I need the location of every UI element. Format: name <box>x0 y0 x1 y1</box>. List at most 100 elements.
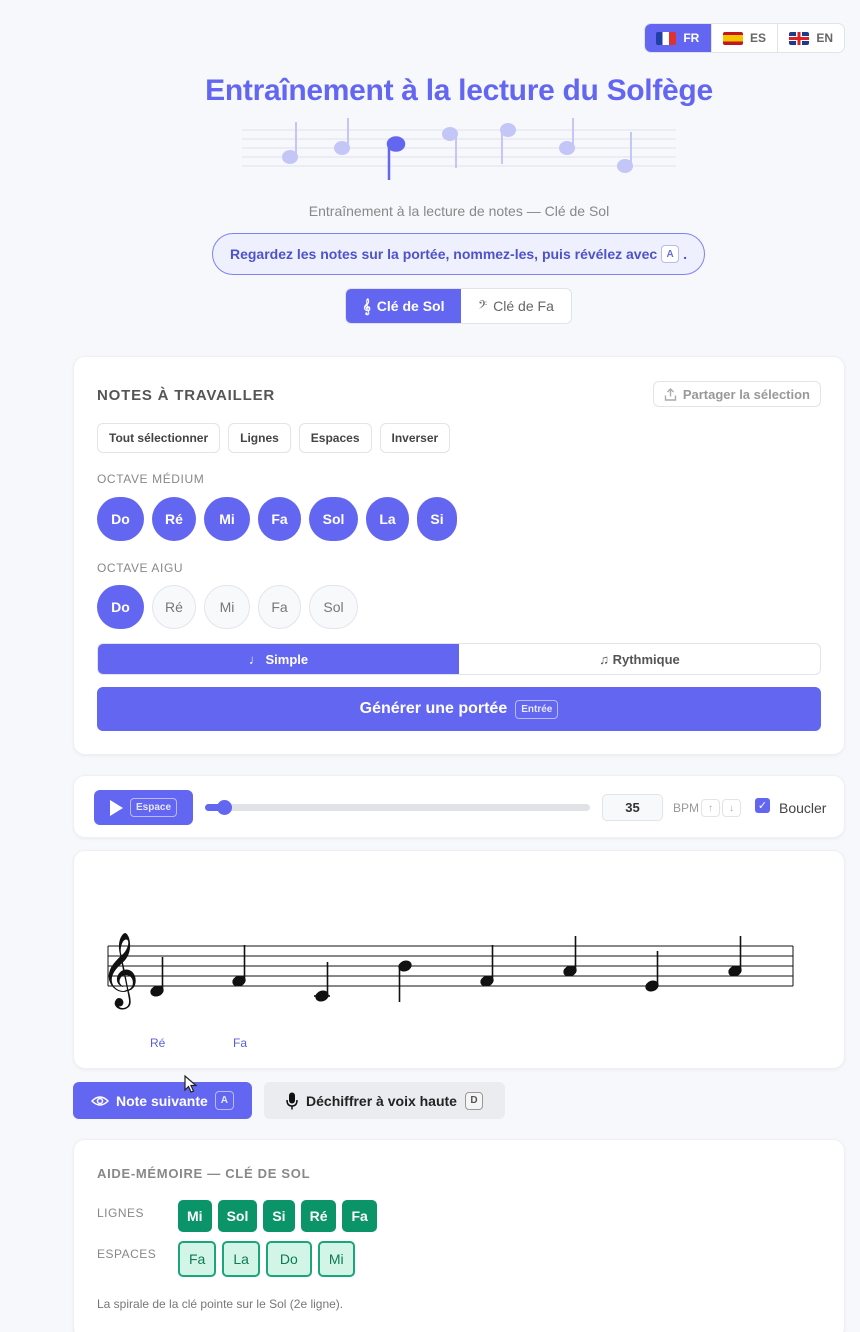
note-toggle-si-medium[interactable]: Si <box>417 497 457 541</box>
high-octave-notes: Do Ré Mi Fa Sol <box>97 585 358 629</box>
invert-selection-button[interactable]: Inverser <box>379 423 451 453</box>
uk-flag-icon <box>789 31 810 45</box>
mouse-cursor-icon <box>184 1075 198 1093</box>
rhythmic-mode-tab[interactable]: ♫ Rythmique <box>459 644 820 674</box>
cheat-sheet-title: AIDE-MÉMOIRE — CLÉ DE SOL <box>97 1166 311 1181</box>
tempo-slider-handle[interactable] <box>217 800 233 815</box>
share-selection-label: Partager la sélection <box>682 386 810 402</box>
reveal-shortcut-key: A <box>661 245 680 263</box>
next-note-button[interactable]: Note suivante A <box>73 1082 252 1119</box>
line-note-chip: Fa <box>342 1200 377 1232</box>
cheat-sheet-tip: La spirale de la clé pointe sur le Sol (… <box>97 1297 344 1311</box>
note-toggle-do-high[interactable]: Do <box>97 585 144 629</box>
lang-en-label: EN <box>816 31 834 45</box>
spaces-label: ESPACES <box>97 1247 157 1261</box>
revealed-note-label: Fa <box>233 1036 248 1050</box>
bass-clef-icon: 𝄢 <box>478 297 488 314</box>
select-spaces-button[interactable]: Espaces <box>298 423 372 453</box>
read-aloud-button[interactable]: Déchiffrer à voix haute D <box>264 1082 505 1119</box>
read-aloud-label: Déchiffrer à voix haute <box>306 1092 457 1109</box>
instruction-text: Regardez les notes sur la portée, nommez… <box>229 246 658 262</box>
cheat-sheet-panel: AIDE-MÉMOIRE — CLÉ DE SOL LIGNES Mi Sol … <box>73 1139 845 1332</box>
treble-clef-button[interactable]: 𝄞 Clé de Sol <box>346 289 461 323</box>
instruction-period: . <box>683 246 688 262</box>
tempo-slider[interactable] <box>205 800 590 815</box>
play-button[interactable]: Espace <box>94 790 193 825</box>
note-toggle-fa-medium[interactable]: Fa <box>258 497 301 541</box>
line-note-chip: Sol <box>217 1200 258 1232</box>
lines-label: LIGNES <box>97 1206 145 1220</box>
note-selection-title: NOTES À TRAVAILLER <box>97 387 276 404</box>
lang-fr-button[interactable]: FR <box>645 24 711 52</box>
lang-en-button[interactable]: EN <box>777 24 844 52</box>
space-note-chip: La <box>222 1241 260 1277</box>
medium-octave-notes: Do Ré Mi Fa Sol La Si <box>97 497 457 541</box>
note-toggle-re-medium[interactable]: Ré <box>152 497 196 541</box>
read-aloud-shortcut-key: D <box>464 1091 483 1110</box>
bpm-decrease-button[interactable]: ↓ <box>722 799 741 817</box>
select-lines-button[interactable]: Lignes <box>228 423 291 453</box>
share-icon <box>664 387 677 401</box>
instruction-banner: Regardez les notes sur la portée, nommez… <box>212 233 705 275</box>
staff-note-6 <box>563 936 577 977</box>
staff-note-3 <box>314 962 330 1002</box>
space-note-chip: Mi <box>317 1241 355 1277</box>
generate-staff-button[interactable]: Générer une portée Entrée <box>97 687 821 731</box>
share-selection-button[interactable]: Partager la sélection <box>652 381 821 407</box>
loop-checkbox[interactable]: ✓ <box>755 798 770 813</box>
revealed-note-label: Ré <box>150 1036 166 1050</box>
page-title: Entraînement à la lecture du Solfège <box>205 74 713 107</box>
staff-note-4 <box>398 960 412 1002</box>
lang-es-button[interactable]: ES <box>710 24 778 52</box>
treble-clef-symbol: 𝄞 <box>101 933 139 1010</box>
generate-shortcut-key: Entrée <box>515 699 559 719</box>
page-subtitle: Entraînement à la lecture de notes — Clé… <box>308 203 610 219</box>
bass-clef-button[interactable]: 𝄢 Clé de Fa <box>461 289 571 323</box>
treble-clef-label: Clé de Sol <box>376 298 445 314</box>
note-selection-panel: NOTES À TRAVAILLER Partager la sélection… <box>73 356 845 755</box>
simple-mode-tab[interactable]: ♩ Simple <box>98 644 459 674</box>
checkmark-icon: ✓ <box>757 800 768 812</box>
spain-flag-icon <box>723 31 743 45</box>
france-flag-icon <box>656 31 677 45</box>
next-note-shortcut-key: A <box>214 1091 235 1110</box>
eye-icon <box>90 1095 109 1106</box>
note-toggle-do-medium[interactable]: Do <box>97 497 144 541</box>
exercise-mode-toggle: ♩ Simple ♫ Rythmique <box>97 643 821 675</box>
lang-fr-label: FR <box>683 31 700 45</box>
quick-select-buttons: Tout sélectionner Lignes Espaces Inverse… <box>97 423 451 453</box>
staff-lines <box>107 945 794 987</box>
note-toggle-re-high[interactable]: Ré <box>152 585 196 629</box>
bpm-increase-button[interactable]: ↑ <box>701 799 720 817</box>
select-all-button[interactable]: Tout sélectionner <box>97 423 221 453</box>
staff-note-7 <box>645 951 659 992</box>
microphone-icon <box>286 1092 298 1109</box>
loop-label: Boucler <box>779 800 827 816</box>
high-octave-label: OCTAVE AIGU <box>97 561 184 575</box>
bpm-label: BPM <box>673 801 700 815</box>
bass-clef-label: Clé de Fa <box>493 298 554 314</box>
line-note-chip: Ré <box>300 1200 337 1232</box>
playback-controls: Espace 35 BPM ↑ ↓ ✓ Boucler <box>73 775 845 838</box>
line-note-chip: Si <box>263 1200 295 1232</box>
note-toggle-fa-high[interactable]: Fa <box>258 585 301 629</box>
score-panel: 𝄞 Ré Fa <box>73 850 845 1069</box>
note-toggle-sol-high[interactable]: Sol <box>309 585 358 629</box>
play-shortcut-key: Espace <box>129 798 178 817</box>
line-note-chip: Mi <box>178 1200 212 1232</box>
space-note-chip: Do <box>265 1241 312 1277</box>
play-icon <box>109 799 123 816</box>
note-toggle-sol-medium[interactable]: Sol <box>309 497 358 541</box>
medium-octave-label: OCTAVE MÉDIUM <box>97 472 205 486</box>
clef-selector: 𝄞 Clé de Sol 𝄢 Clé de Fa <box>345 288 572 324</box>
decorative-staff-illustration <box>242 118 676 180</box>
language-switcher: FR ES EN <box>644 23 845 53</box>
note-toggle-mi-medium[interactable]: Mi <box>204 497 250 541</box>
note-toggle-la-medium[interactable]: La <box>366 497 409 541</box>
treble-clef-icon: 𝄞 <box>362 297 371 314</box>
note-toggle-mi-high[interactable]: Mi <box>204 585 250 629</box>
staff-note-1 <box>150 957 164 997</box>
bpm-input[interactable]: 35 <box>602 794 663 821</box>
music-staff: 𝄞 <box>101 933 794 1010</box>
space-note-chip: Fa <box>178 1241 217 1277</box>
